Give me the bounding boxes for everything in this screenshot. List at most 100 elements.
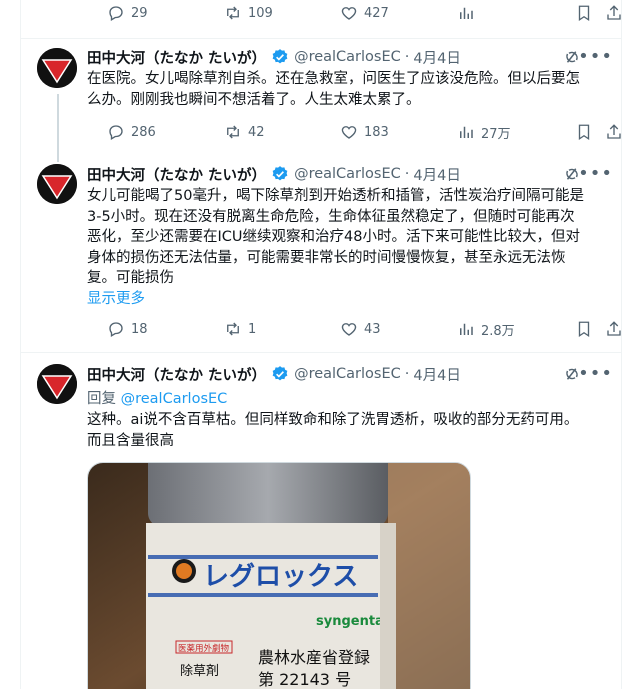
separator-dot: · bbox=[404, 166, 410, 182]
retweet-icon bbox=[227, 125, 239, 139]
retweet-icon bbox=[227, 6, 239, 20]
like-count: 427 bbox=[364, 5, 389, 21]
tweet-header: 田中大河（たなか たいが） @realCarlosEC · 4月4日 bbox=[87, 364, 461, 384]
analytics-icon bbox=[460, 323, 473, 335]
retweet-button[interactable]: 109 bbox=[224, 1, 273, 25]
label-type: 除草剤 bbox=[180, 663, 219, 679]
reply-button[interactable]: 286 bbox=[107, 120, 156, 144]
like-button[interactable]: 183 bbox=[340, 120, 389, 144]
verified-badge-icon bbox=[272, 366, 288, 381]
tweet-date[interactable]: 4月4日 bbox=[413, 164, 460, 185]
tweet-header: 田中大河（たなか たいが） @realCarlosEC · 4月4日 bbox=[87, 164, 461, 184]
share-button[interactable] bbox=[605, 120, 621, 144]
tweet-line: 3-5小时。现在还没有脱离生命危险，生命体征虽然稳定了，但随时可能再次 bbox=[87, 208, 575, 225]
views-button[interactable]: 2.8万 bbox=[457, 317, 515, 341]
reply-button[interactable]: 29 bbox=[107, 1, 148, 25]
bookmark-button[interactable] bbox=[575, 317, 593, 341]
reply-count: 286 bbox=[131, 124, 156, 140]
tweet-date[interactable]: 4月4日 bbox=[413, 364, 460, 385]
maker-text: syngenta bbox=[316, 614, 384, 629]
like-count: 43 bbox=[364, 321, 381, 337]
heart-icon bbox=[341, 7, 357, 20]
avatar[interactable] bbox=[37, 48, 77, 88]
tweet-actions: 18 1 43 2.8万 bbox=[107, 317, 621, 341]
tweet-line: 女儿可能喝了50毫升，喝下除草剂到开始透析和插管，活性炭治疗间隔可能是 bbox=[87, 188, 584, 204]
share-icon bbox=[607, 124, 621, 139]
reply-count: 18 bbox=[131, 321, 148, 337]
tweet-date[interactable]: 4月4日 bbox=[413, 47, 460, 68]
like-count: 183 bbox=[364, 124, 389, 140]
registration-line-2: 第 22143 号 bbox=[258, 670, 351, 689]
author-name[interactable]: 田中大河（たなか たいが） bbox=[87, 47, 266, 68]
verified-badge-icon bbox=[272, 49, 288, 64]
analytics-icon bbox=[460, 7, 473, 19]
reply-icon bbox=[109, 6, 123, 21]
stop-sign-avatar-icon bbox=[37, 364, 77, 404]
reply-icon bbox=[109, 125, 123, 140]
registration-line-1: 農林水産省登録 bbox=[258, 648, 370, 667]
separator-dot: · bbox=[404, 49, 410, 65]
more-options-icon[interactable]: ••• bbox=[578, 163, 613, 184]
author-name[interactable]: 田中大河（たなか たいが） bbox=[87, 164, 266, 185]
bookmark-icon bbox=[578, 321, 590, 338]
timeline: 29 109 427 田中大河（たなか たいが） @realCarlosEC ·… bbox=[20, 0, 622, 689]
reply-button[interactable]: 18 bbox=[107, 317, 148, 341]
verified-badge-icon bbox=[272, 166, 288, 181]
like-button[interactable]: 43 bbox=[340, 317, 381, 341]
reply-context: 回复 @realCarlosEC bbox=[87, 387, 227, 408]
herbicide-bottle-photo: レグロックス syngenta 農林水産省登録 第 22143 号 医薬用外劇物… bbox=[88, 463, 470, 689]
like-button[interactable]: 427 bbox=[340, 1, 389, 25]
retweet-count: 42 bbox=[248, 124, 265, 140]
share-icon bbox=[607, 321, 621, 336]
tweet-text: 这种。ai说不含百草枯。但同样致命和除了洗胃透析，吸收的部分无药可用。 而且含量… bbox=[87, 410, 603, 451]
reply-to-link[interactable]: @realCarlosEC bbox=[121, 391, 228, 407]
heart-icon bbox=[341, 126, 357, 139]
separator-dot: · bbox=[404, 366, 410, 382]
more-options-icon[interactable]: ••• bbox=[578, 363, 613, 384]
label-small: 医薬用外劇物 bbox=[178, 643, 230, 654]
tweet-photo[interactable]: レグロックス syngenta 農林水産省登録 第 22143 号 医薬用外劇物… bbox=[87, 462, 471, 689]
share-button[interactable] bbox=[605, 317, 621, 341]
bookmark-icon bbox=[578, 124, 590, 141]
avatar[interactable] bbox=[37, 164, 77, 204]
tweet-line: 在医院。女儿喝除草剂自杀。还在急救室，问医生了应该没危险。但以后要怎 bbox=[87, 71, 580, 87]
avatar[interactable] bbox=[37, 364, 77, 404]
retweet-icon bbox=[227, 322, 239, 336]
tweet-line: 而且含量很高 bbox=[87, 432, 174, 449]
tweet-text: 女儿可能喝了50毫升，喝下除草剂到开始透析和插管，活性炭治疗间隔可能是 3-5小… bbox=[87, 186, 603, 289]
author-name[interactable]: 田中大河（たなか たいが） bbox=[87, 364, 266, 385]
thread-line bbox=[57, 94, 59, 162]
tweet-line: 这种。ai说不含百草枯。但同样致命和除了洗胃透析，吸收的部分无药可用。 bbox=[87, 412, 579, 428]
retweet-count: 109 bbox=[248, 5, 273, 21]
bookmark-icon bbox=[578, 5, 590, 22]
retweet-button[interactable]: 42 bbox=[224, 120, 265, 144]
share-icon bbox=[607, 5, 621, 20]
tweet-line: 复。可能损伤 bbox=[87, 270, 174, 286]
tweet-actions: 286 42 183 27万 bbox=[107, 120, 621, 144]
bookmark-button[interactable] bbox=[575, 120, 593, 144]
share-button[interactable] bbox=[605, 1, 621, 25]
tweet-line: 身体的损伤还无法估量，可能需要非常长的时间慢慢恢复，甚至永远无法恢 bbox=[87, 249, 566, 266]
tweet-line: 恶化，至少还需要在ICU继续观察和治疗48小时。活下来可能性比较大，但对 bbox=[87, 229, 580, 245]
stop-sign-avatar-icon bbox=[37, 48, 77, 88]
divider bbox=[21, 38, 621, 39]
divider bbox=[21, 352, 621, 353]
show-more-link[interactable]: 显示更多 bbox=[87, 287, 145, 308]
reply-prefix: 回复 bbox=[87, 391, 116, 407]
retweet-count: 1 bbox=[248, 321, 257, 337]
views-button[interactable] bbox=[457, 1, 475, 25]
retweet-button[interactable]: 1 bbox=[224, 317, 256, 341]
reply-count: 29 bbox=[131, 5, 148, 21]
brand-text: レグロックス bbox=[203, 562, 358, 592]
views-button[interactable]: 27万 bbox=[457, 120, 511, 144]
heart-icon bbox=[341, 323, 357, 336]
tweet-header: 田中大河（たなか たいが） @realCarlosEC · 4月4日 bbox=[87, 47, 461, 67]
view-count: 27万 bbox=[481, 126, 511, 142]
author-handle[interactable]: @realCarlosEC bbox=[294, 366, 401, 382]
stop-sign-avatar-icon bbox=[37, 164, 77, 204]
bookmark-button[interactable] bbox=[575, 1, 593, 25]
author-handle[interactable]: @realCarlosEC bbox=[294, 49, 401, 65]
more-options-icon[interactable]: ••• bbox=[578, 46, 613, 67]
analytics-icon bbox=[460, 126, 473, 138]
author-handle[interactable]: @realCarlosEC bbox=[294, 166, 401, 182]
